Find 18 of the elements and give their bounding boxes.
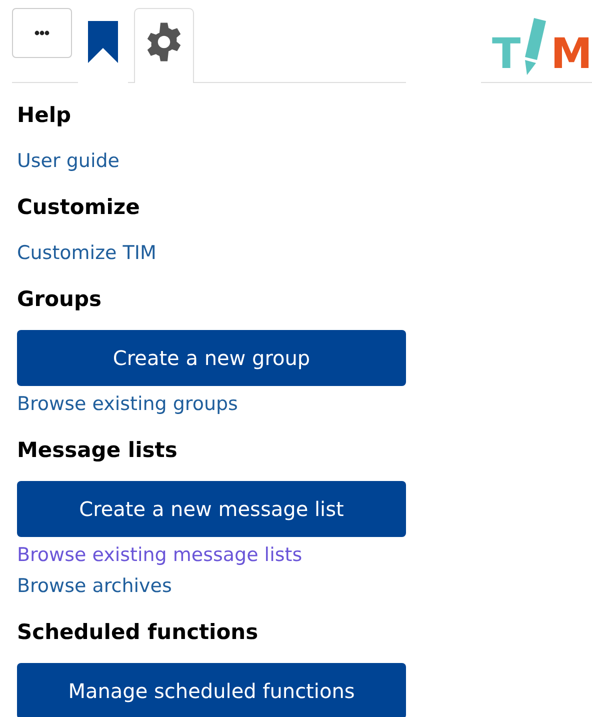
section-heading: Scheduled functions bbox=[17, 619, 260, 645]
logo-letter: T bbox=[492, 32, 521, 76]
link[interactable]: Browse archives bbox=[17, 571, 172, 602]
bookmark-icon bbox=[87, 21, 119, 63]
logo-letter: M bbox=[550, 32, 592, 76]
section-heading: Message lists bbox=[17, 437, 178, 463]
more-icon bbox=[34, 30, 50, 36]
link[interactable]: User guide bbox=[17, 146, 120, 177]
link[interactable]: Browse existing message lists bbox=[17, 540, 302, 571]
action-button[interactable]: Create a new message list bbox=[17, 481, 406, 537]
link[interactable]: Customize TIM bbox=[17, 238, 156, 269]
link[interactable]: Browse existing groups bbox=[17, 389, 238, 420]
section-heading: Help bbox=[17, 102, 72, 128]
section-heading: Groups bbox=[17, 286, 103, 312]
section-heading: Customize bbox=[17, 194, 141, 220]
action-button[interactable]: Create a new group bbox=[17, 330, 406, 386]
settings-tab[interactable] bbox=[134, 8, 194, 83]
action-button[interactable]: Manage scheduled functions bbox=[17, 663, 406, 717]
